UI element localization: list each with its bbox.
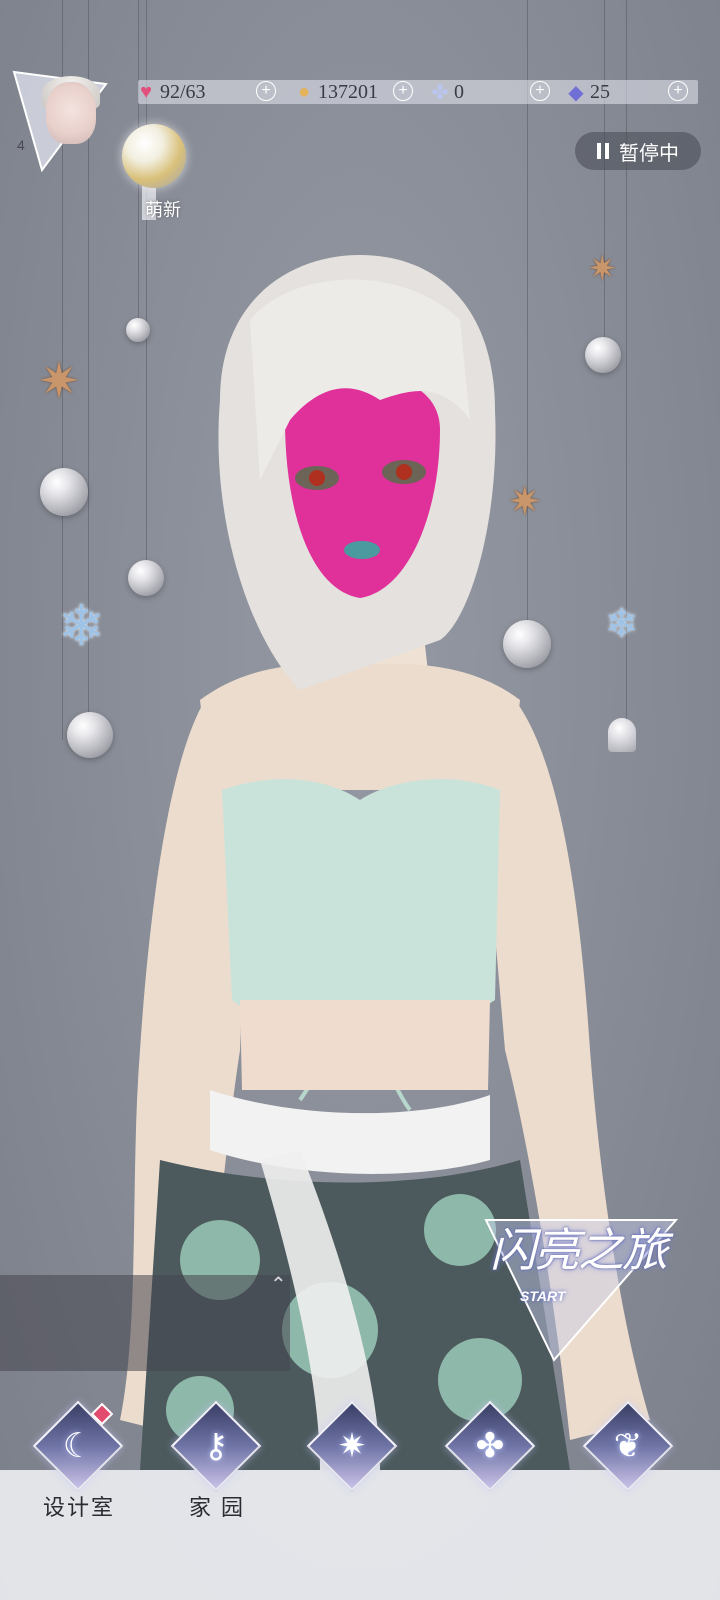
- add-diamond-button[interactable]: +: [668, 81, 688, 101]
- resource-bar: [138, 80, 698, 104]
- start-event-button[interactable]: 闪亮之旅 START: [484, 1212, 680, 1362]
- nav-crystal-star[interactable]: ✷: [306, 1400, 398, 1530]
- diamond-icon: ◆: [568, 81, 584, 104]
- pause-icon: [597, 143, 609, 159]
- add-crystal-button[interactable]: +: [530, 81, 550, 101]
- nav-butterfly[interactable]: ❦: [582, 1400, 674, 1530]
- crystal-resource: ✤ 0: [428, 78, 464, 106]
- start-event-title: 闪亮之旅: [490, 1224, 668, 1276]
- pause-label: 暂停中: [619, 142, 679, 165]
- newbie-orb-button[interactable]: [122, 124, 186, 188]
- collapsed-panel[interactable]: [0, 1275, 290, 1371]
- newbie-label: 萌新: [145, 200, 181, 220]
- nav-label: 家 园: [188, 1495, 246, 1520]
- butterfly-icon: ❦: [613, 1427, 643, 1465]
- nav-design-room[interactable]: ☾ 设计室: [32, 1400, 124, 1530]
- diamond-resource: ◆ 25: [564, 78, 610, 106]
- stamina-value: 92/63: [160, 80, 206, 103]
- gold-coin-icon: ●: [297, 80, 311, 103]
- player-avatar-button[interactable]: [12, 70, 108, 174]
- pause-status-button[interactable]: 暂停中: [575, 132, 701, 170]
- heart-gem-icon: ♥: [140, 80, 152, 103]
- crystal-value: 0: [454, 80, 464, 103]
- crystal-star-icon: ✷: [337, 1427, 367, 1465]
- stamina-resource: ♥ 92/63: [134, 78, 206, 106]
- home-key-icon: ⚷: [203, 1427, 229, 1465]
- avatar: [46, 82, 96, 144]
- chevron-up-icon[interactable]: ⌃: [270, 1272, 287, 1297]
- nav-clover[interactable]: ✤: [444, 1400, 536, 1530]
- gold-resource: ● 137201: [292, 78, 378, 106]
- add-gold-button[interactable]: +: [393, 81, 413, 101]
- diamond-value: 25: [590, 80, 610, 103]
- nav-label: 设计室: [42, 1495, 115, 1520]
- add-stamina-button[interactable]: +: [256, 81, 276, 101]
- crystal-flower-icon: ✤: [431, 81, 449, 104]
- start-event-subtitle: START: [520, 1288, 566, 1304]
- gold-value: 137201: [318, 80, 378, 103]
- player-level: 4: [17, 137, 25, 153]
- nav-home[interactable]: ⚷ 家 园: [170, 1400, 262, 1530]
- clover-icon: ✤: [475, 1427, 505, 1465]
